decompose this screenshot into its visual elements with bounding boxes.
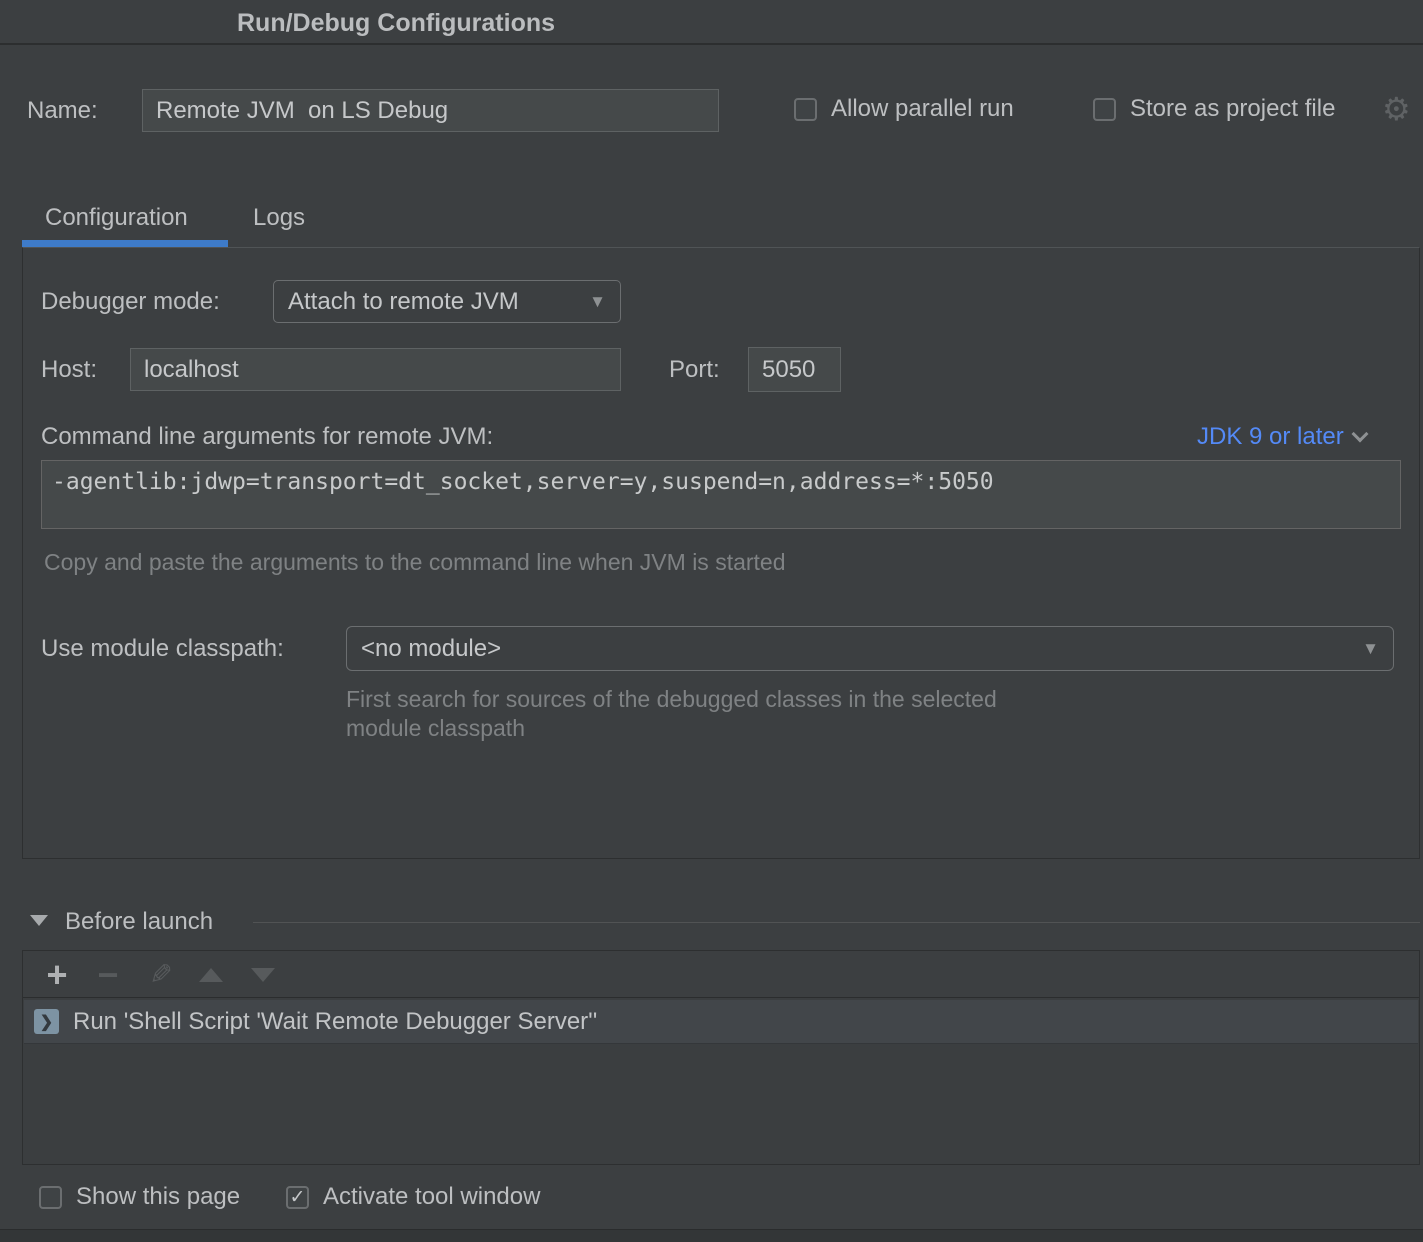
command-line-args-textarea[interactable]: -agentlib:jdwp=transport=dt_socket,serve… bbox=[41, 460, 1401, 529]
shell-script-icon: ❯ bbox=[34, 1009, 59, 1034]
name-label: Name: bbox=[27, 97, 98, 125]
run-debug-configurations-dialog: { "window": { "title": "Run/Debug Config… bbox=[0, 0, 1423, 1242]
tab-configuration[interactable]: Configuration bbox=[45, 204, 188, 232]
remove-task-button[interactable]: − bbox=[88, 951, 128, 998]
dialog-title: Run/Debug Configurations bbox=[237, 9, 555, 38]
gear-icon[interactable]: ⚙ ▾ bbox=[1382, 93, 1423, 125]
before-launch-list-panel: + − ✎ ❯ Run 'Shell Script 'Wait Remote D… bbox=[22, 950, 1420, 1165]
active-tab-underline bbox=[22, 240, 228, 247]
allow-parallel-run-option[interactable]: Allow parallel run bbox=[794, 95, 1014, 123]
allow-parallel-run-checkbox[interactable] bbox=[794, 98, 817, 121]
before-launch-collapse-icon[interactable] bbox=[30, 915, 48, 926]
chevron-down-icon bbox=[1351, 426, 1368, 443]
allow-parallel-run-label: Allow parallel run bbox=[831, 95, 1014, 123]
edit-task-button[interactable]: ✎ bbox=[141, 951, 181, 998]
add-task-button[interactable]: + bbox=[37, 951, 77, 998]
host-label: Host: bbox=[41, 356, 97, 384]
show-this-page-checkbox[interactable] bbox=[39, 1186, 62, 1209]
module-classpath-dropdown[interactable]: <no module> ▼ bbox=[346, 626, 1394, 671]
module-classpath-hint-line2: module classpath bbox=[346, 715, 525, 742]
store-as-project-file-checkbox[interactable] bbox=[1093, 98, 1116, 121]
configuration-panel: Debugger mode: Attach to remote JVM ▼ Ho… bbox=[22, 247, 1420, 859]
arrow-down-icon bbox=[251, 968, 275, 982]
before-launch-divider bbox=[253, 922, 1420, 923]
show-this-page-option[interactable]: Show this page bbox=[39, 1183, 240, 1211]
gear-glyph: ⚙ bbox=[1382, 91, 1411, 127]
tab-logs[interactable]: Logs bbox=[253, 204, 305, 232]
move-task-down-button[interactable] bbox=[243, 951, 283, 998]
port-label: Port: bbox=[669, 356, 720, 384]
check-icon: ✓ bbox=[290, 1188, 306, 1207]
store-as-project-file-option[interactable]: Store as project file bbox=[1093, 95, 1335, 123]
dialog-title-bar: Run/Debug Configurations bbox=[0, 0, 1423, 45]
before-launch-toolbar: + − ✎ bbox=[23, 951, 1419, 998]
before-launch-task-label: Run 'Shell Script 'Wait Remote Debugger … bbox=[73, 1008, 597, 1036]
dropdown-arrow-icon: ▼ bbox=[1362, 639, 1379, 659]
activate-tool-window-checkbox[interactable]: ✓ bbox=[286, 1186, 309, 1209]
dropdown-arrow-icon: ▼ bbox=[589, 292, 606, 312]
dialog-bottom-strip bbox=[0, 1229, 1423, 1242]
module-classpath-label: Use module classpath: bbox=[41, 635, 284, 663]
jdk-version-label: JDK 9 or later bbox=[1197, 423, 1344, 451]
activate-tool-window-label: Activate tool window bbox=[323, 1183, 540, 1211]
module-classpath-hint-line1: First search for sources of the debugged… bbox=[346, 686, 997, 713]
module-classpath-value: <no module> bbox=[361, 635, 501, 663]
host-input[interactable]: localhost bbox=[130, 348, 621, 391]
command-line-args-label: Command line arguments for remote JVM: bbox=[41, 423, 493, 451]
shell-prompt-glyph: ❯ bbox=[40, 1012, 53, 1032]
name-input[interactable]: Remote JVM on LS Debug bbox=[142, 89, 719, 132]
debugger-mode-dropdown[interactable]: Attach to remote JVM ▼ bbox=[273, 280, 621, 323]
move-task-up-button[interactable] bbox=[191, 951, 231, 998]
before-launch-title: Before launch bbox=[65, 908, 213, 936]
command-line-args-hint: Copy and paste the arguments to the comm… bbox=[44, 549, 786, 576]
before-launch-task-row[interactable]: ❯ Run 'Shell Script 'Wait Remote Debugge… bbox=[24, 1000, 1418, 1044]
arrow-up-icon bbox=[199, 968, 223, 982]
store-as-project-file-label: Store as project file bbox=[1130, 95, 1335, 123]
debugger-mode-label: Debugger mode: bbox=[41, 288, 220, 316]
debugger-mode-value: Attach to remote JVM bbox=[288, 288, 519, 316]
port-input[interactable]: 5050 bbox=[748, 347, 841, 392]
jdk-version-selector[interactable]: JDK 9 or later bbox=[1197, 423, 1366, 451]
show-this-page-label: Show this page bbox=[76, 1183, 240, 1211]
activate-tool-window-option[interactable]: ✓ Activate tool window bbox=[286, 1183, 540, 1211]
